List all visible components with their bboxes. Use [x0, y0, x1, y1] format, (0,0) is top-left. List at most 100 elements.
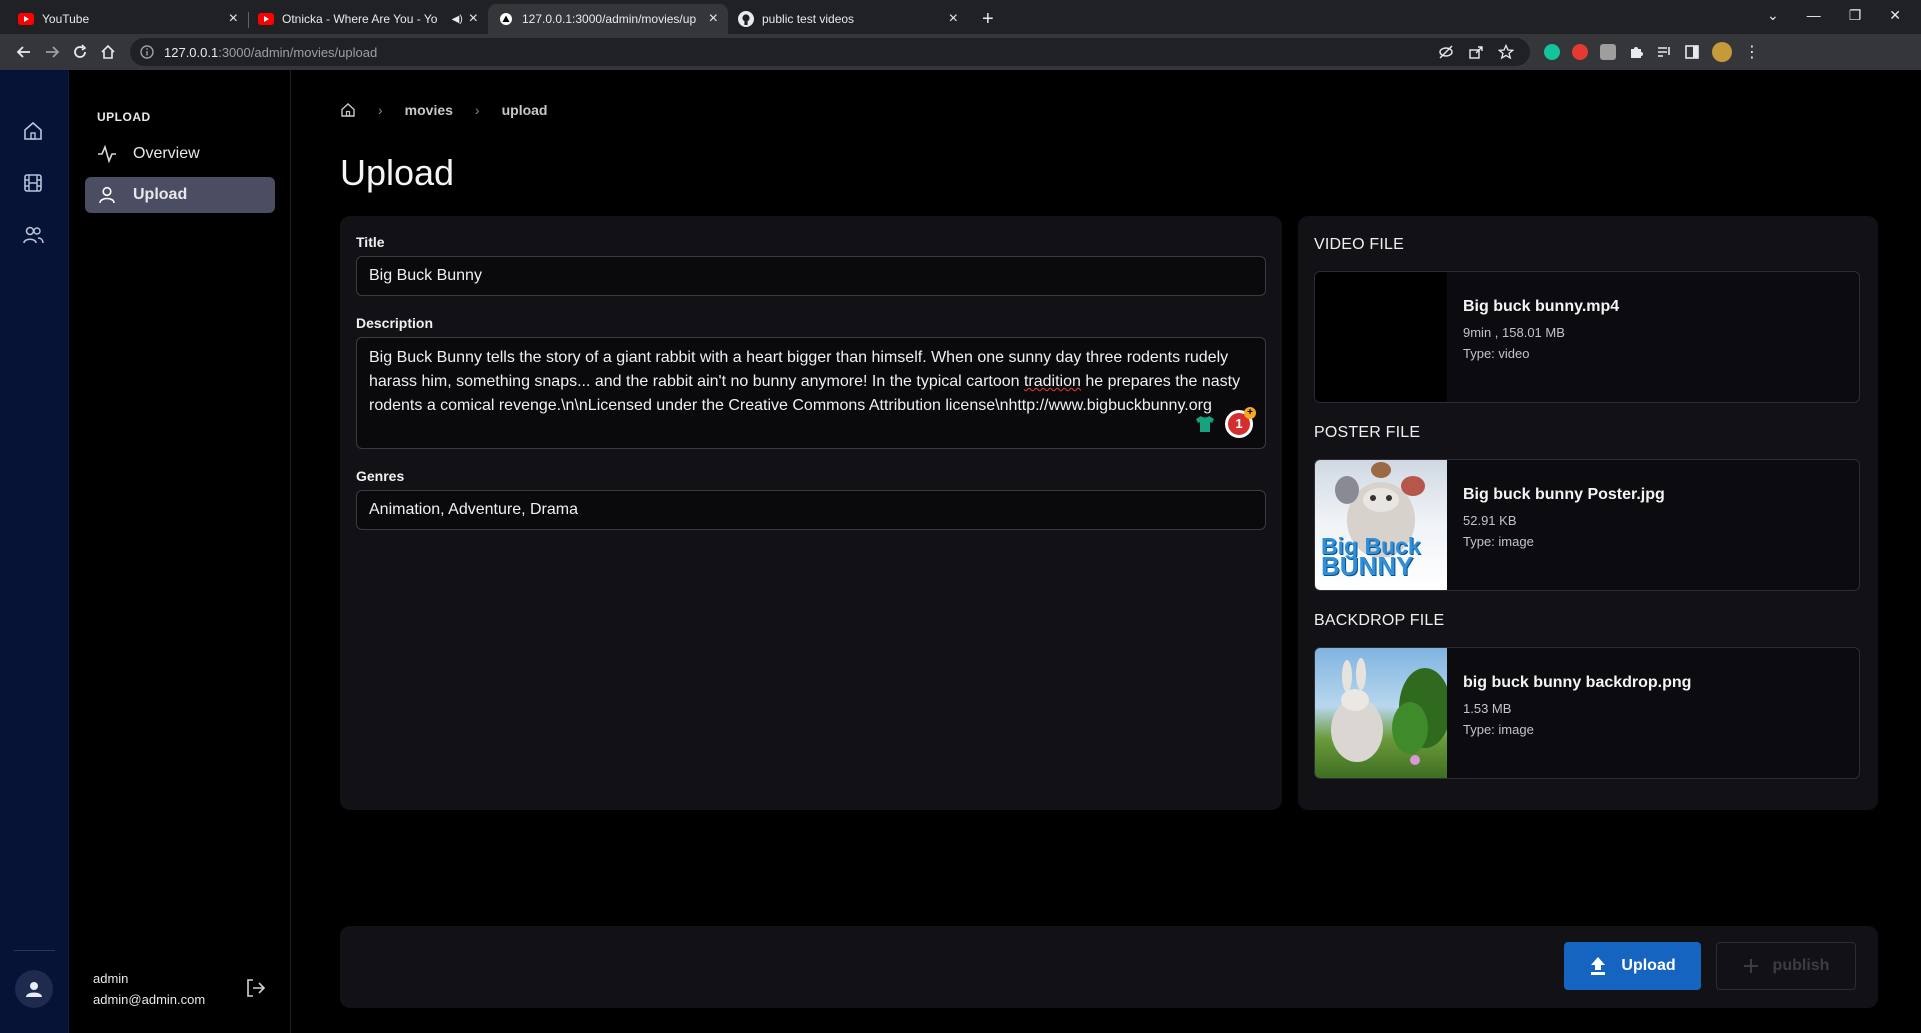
user-icon [97, 185, 117, 205]
browser-tab-github[interactable]: public test videos × [728, 4, 968, 34]
minimize-button[interactable]: — [1807, 7, 1821, 23]
restore-button[interactable]: ❐ [1849, 7, 1862, 24]
breadcrumb-movies[interactable]: movies [405, 102, 453, 118]
share-icon[interactable] [1468, 44, 1484, 60]
subnav-item-label: Upload [133, 186, 188, 203]
breadcrumb-separator: › [474, 102, 480, 118]
subnav-item-overview[interactable]: Overview [85, 136, 275, 172]
title-label: Title [356, 234, 385, 250]
title-input[interactable]: Big Buck Bunny [356, 256, 1266, 296]
backdrop-file-type: Type: image [1463, 722, 1534, 737]
user-email: admin@admin.com [93, 992, 206, 1007]
video-file-card[interactable]: Big buck bunny.mp4 9min , 158.01 MB Type… [1314, 271, 1860, 403]
browser-tab-admin[interactable]: 127.0.0.1:3000/admin/movies/up × [488, 4, 728, 34]
subnav-heading: UPLOAD [97, 110, 151, 124]
grammar-issues-badge[interactable]: 1 [1225, 407, 1256, 438]
genres-label: Genres [356, 468, 405, 484]
tshirt-icon[interactable] [1195, 415, 1215, 433]
info-icon[interactable] [140, 45, 154, 59]
breadcrumb-separator: › [378, 102, 383, 118]
puzzle-icon[interactable] [1628, 44, 1644, 60]
activity-icon [97, 144, 117, 164]
poster-file-size: 52.91 KB [1463, 513, 1517, 528]
logout-icon[interactable] [244, 977, 266, 999]
action-bar: Upload publish [340, 926, 1878, 1008]
reload-icon[interactable] [66, 38, 94, 66]
browser-tabstrip: YouTube × Otnicka - Where Are You - Yo ◀… [0, 0, 1921, 34]
youtube-icon [258, 11, 274, 27]
subnav-item-upload[interactable]: Upload [85, 177, 275, 213]
tab-close-icon[interactable]: × [229, 10, 238, 28]
backdrop-file-card[interactable]: big buck bunny backdrop.png 1.53 MB Type… [1314, 647, 1860, 779]
tab-close-icon[interactable]: × [709, 10, 718, 28]
video-file-type: Type: video [1463, 346, 1530, 361]
upload-arrow-icon [1589, 956, 1607, 976]
video-file-name: Big buck bunny.mp4 [1463, 298, 1620, 315]
new-tab-button[interactable]: + [982, 4, 994, 34]
speaker-icon[interactable]: ◀) [452, 14, 463, 25]
users-icon[interactable] [22, 224, 46, 248]
github-icon [738, 11, 754, 27]
home-icon[interactable] [94, 38, 122, 66]
description-textarea[interactable]: Big Buck Bunny tells the story of a gian… [356, 337, 1266, 449]
description-label: Description [356, 315, 434, 331]
breadcrumb: › movies › upload [340, 102, 547, 118]
user-info: admin admin@admin.com [93, 968, 205, 1010]
app-shell: UPLOAD Overview Upload admin admin@admin… [0, 70, 1921, 1033]
tab-title: public test videos [762, 12, 855, 26]
tab-close-icon[interactable]: × [469, 10, 478, 28]
video-thumbnail [1315, 272, 1447, 402]
tab-title: Otnicka - Where Are You - Yo [282, 12, 438, 26]
profile-avatar-icon[interactable] [1712, 42, 1732, 62]
home-icon[interactable] [22, 120, 46, 144]
extension-red-icon[interactable] [1572, 44, 1588, 60]
rail-divider [14, 950, 55, 951]
spelling-flagged-word[interactable]: tradition [1024, 373, 1081, 390]
poster-file-type: Type: image [1463, 534, 1534, 549]
grammar-assistant: 1 [1195, 407, 1256, 438]
close-window-button[interactable]: ✕ [1889, 7, 1901, 24]
grammarly-icon[interactable] [1544, 44, 1560, 60]
publish-button-label: publish [1772, 957, 1830, 974]
forward-icon[interactable] [38, 38, 66, 66]
main-content: › movies › upload Upload Title Big Buck … [292, 70, 1921, 1033]
browser-tab-youtube[interactable]: YouTube × [8, 4, 248, 34]
video-file-heading: VIDEO FILE [1314, 236, 1405, 253]
poster-thumbnail: Big Buck BUNNY [1315, 460, 1447, 590]
user-avatar[interactable] [15, 970, 53, 1008]
genres-input[interactable]: Animation, Adventure, Drama [356, 490, 1266, 530]
poster-file-name: Big buck bunny Poster.jpg [1463, 486, 1665, 503]
poster-file-card[interactable]: Big Buck BUNNY Big buck bunny Poster.jpg… [1314, 459, 1860, 591]
backdrop-file-heading: BACKDROP FILE [1314, 612, 1445, 629]
upload-button-label: Upload [1621, 957, 1676, 974]
icon-rail [0, 70, 69, 1033]
backdrop-file-size: 1.53 MB [1463, 701, 1512, 716]
video-file-size: 9min , 158.01 MB [1463, 325, 1565, 340]
bookmark-star-icon[interactable] [1498, 44, 1514, 60]
publish-button[interactable]: publish [1716, 942, 1856, 990]
breadcrumb-home-icon[interactable] [340, 102, 356, 118]
upload-button[interactable]: Upload [1564, 942, 1701, 990]
sub-navigation: UPLOAD Overview Upload admin admin@admin… [69, 70, 291, 1033]
eye-off-icon[interactable] [1438, 44, 1454, 60]
tab-close-icon[interactable]: × [949, 10, 958, 28]
address-bar[interactable]: 127.0.0.1:3000/admin/movies/upload [130, 38, 1530, 66]
user-avatar-icon [24, 979, 44, 999]
extensions-area: ⋮ [1544, 42, 1760, 62]
poster-file-heading: POSTER FILE [1314, 424, 1421, 441]
user-name: admin [93, 971, 129, 986]
breadcrumb-upload: upload [501, 102, 548, 118]
window-controls: ⌄ — ❐ ✕ [1767, 0, 1921, 30]
plus-icon [1743, 958, 1759, 974]
media-queue-icon[interactable] [1656, 44, 1672, 60]
tab-title: YouTube [42, 12, 90, 26]
back-icon[interactable] [10, 38, 38, 66]
tab-search-icon[interactable]: ⌄ [1767, 7, 1779, 24]
browser-tab-otnicka[interactable]: Otnicka - Where Are You - Yo ◀) × [248, 4, 488, 34]
browser-menu-icon[interactable]: ⋮ [1744, 42, 1760, 62]
youtube-icon [18, 11, 34, 27]
side-panel-icon[interactable] [1684, 44, 1700, 60]
url-host: 127.0.0.1 [164, 44, 219, 60]
extension-gray-icon[interactable] [1600, 44, 1616, 60]
film-icon[interactable] [22, 172, 46, 196]
